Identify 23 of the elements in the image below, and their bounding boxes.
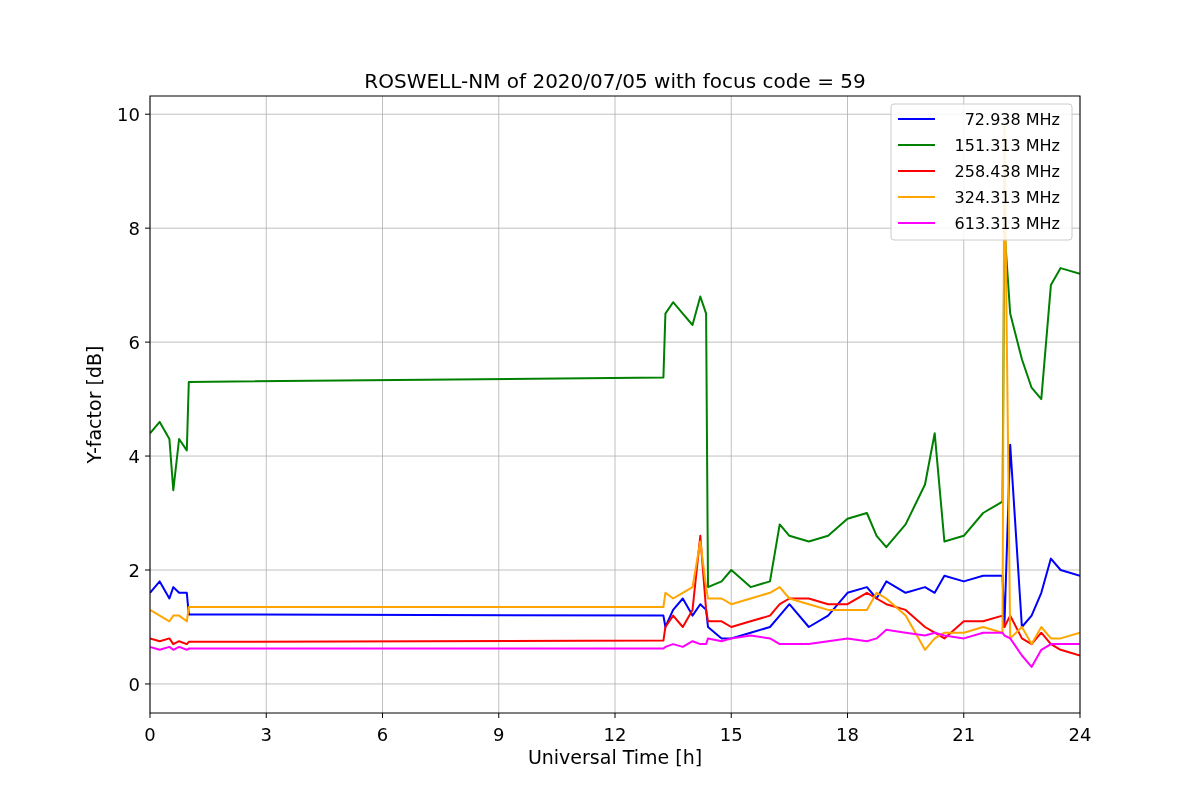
y-axis-label: Y-factor [dB] (83, 345, 105, 464)
x-tick-label: 6 (376, 724, 389, 745)
legend-label: 258.438 MHz (954, 162, 1060, 181)
y-tick-label: 2 (128, 560, 140, 581)
x-tick-label: 18 (836, 724, 859, 745)
legend-label: 324.313 MHz (954, 188, 1060, 207)
x-tick-label: 15 (719, 724, 743, 745)
x-axis-label: Universal Time [h] (527, 746, 703, 768)
y-tick-label: 0 (128, 673, 140, 695)
legend-label: 613.313 MHz (954, 214, 1060, 233)
x-tick-label: 12 (603, 724, 627, 745)
x-tick-label: 21 (952, 724, 976, 745)
x-tick-label: 24 (1068, 724, 1092, 745)
legend-label: 72.938 MHz (964, 110, 1060, 129)
chart-title: ROSWELL-NM of 2020/07/05 with focus code = 59 (364, 69, 866, 93)
legend-label: 151.313 MHz (954, 136, 1060, 155)
y-tick-label: 4 (128, 446, 140, 468)
x-tick-label: 3 (260, 724, 272, 745)
x-tick-label: 9 (493, 724, 505, 745)
y-tick-label: 10 (117, 104, 140, 126)
y-tick-label: 8 (128, 218, 140, 240)
y-tick-label: 6 (128, 332, 140, 354)
x-tick-label: 0 (144, 724, 156, 745)
